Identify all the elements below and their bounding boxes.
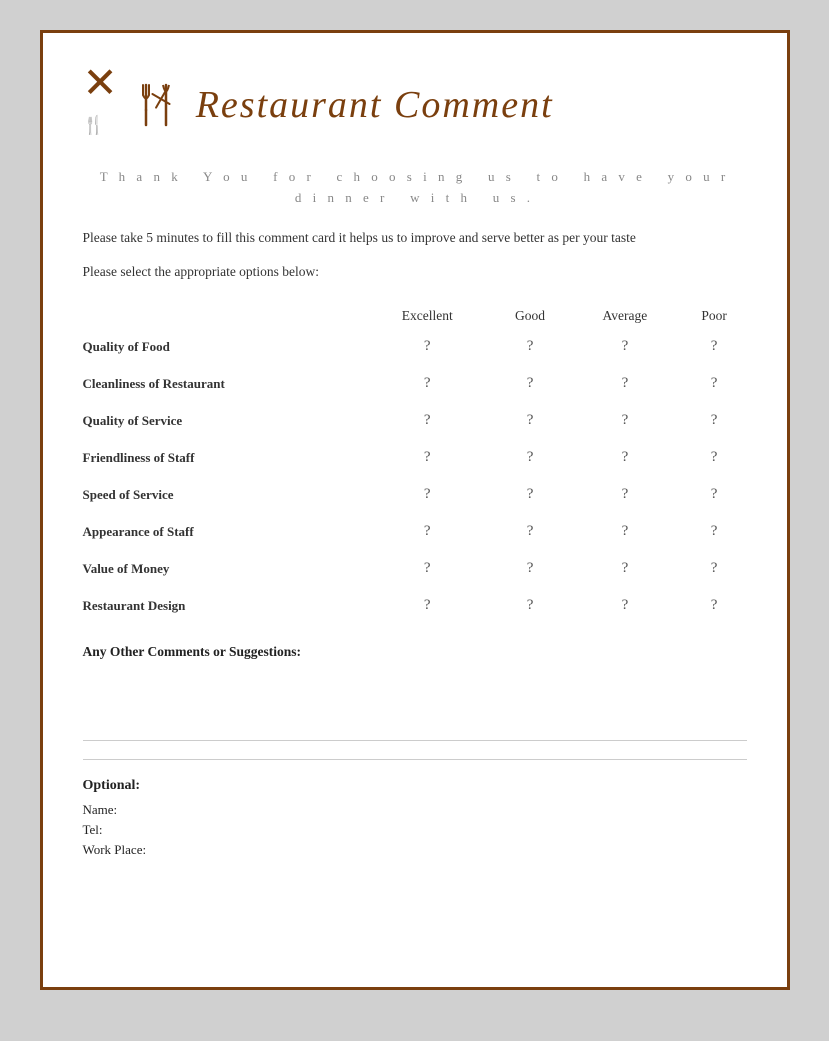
radio-excellent[interactable]: ? (363, 476, 492, 513)
table-row: Value of Money ? ? ? ? (83, 550, 747, 587)
radio-average[interactable]: ? (568, 402, 682, 439)
optional-section: Optional: Name: Tel: Work Place: (83, 778, 747, 858)
table-row: Speed of Service ? ? ? ? (83, 476, 747, 513)
radio-poor[interactable]: ? (682, 402, 747, 439)
col-header-poor: Poor (682, 304, 747, 328)
radio-good[interactable]: ? (492, 328, 568, 365)
radio-excellent[interactable]: ? (363, 328, 492, 365)
table-row: Appearance of Staff ? ? ? ? (83, 513, 747, 550)
radio-good[interactable]: ? (492, 587, 568, 624)
radio-good[interactable]: ? (492, 476, 568, 513)
rating-table: Excellent Good Average Poor Quality of F… (83, 304, 747, 624)
radio-poor[interactable]: ? (682, 513, 747, 550)
table-row: Friendliness of Staff ? ? ? ? (83, 439, 747, 476)
radio-poor[interactable]: ? (682, 476, 747, 513)
table-row: Cleanliness of Restaurant ? ? ? ? (83, 365, 747, 402)
radio-good[interactable]: ? (492, 550, 568, 587)
col-header-excellent: Excellent (363, 304, 492, 328)
radio-poor[interactable]: ? (682, 439, 747, 476)
table-row: Restaurant Design ? ? ? ? (83, 587, 747, 624)
radio-excellent[interactable]: ? (363, 365, 492, 402)
radio-excellent[interactable]: ? (363, 587, 492, 624)
row-label: Value of Money (83, 550, 363, 587)
radio-excellent[interactable]: ? (363, 439, 492, 476)
utensils-icon: ✕🍴 (83, 63, 118, 147)
row-label: Speed of Service (83, 476, 363, 513)
fork-knife-icon (136, 80, 186, 130)
comments-label: Any Other Comments or Suggestions: (83, 644, 747, 660)
row-label: Restaurant Design (83, 587, 363, 624)
optional-name: Name: (83, 802, 747, 818)
row-label: Quality of Food (83, 328, 363, 365)
col-header-good: Good (492, 304, 568, 328)
radio-excellent[interactable]: ? (363, 513, 492, 550)
radio-average[interactable]: ? (568, 365, 682, 402)
radio-average[interactable]: ? (568, 513, 682, 550)
radio-good[interactable]: ? (492, 439, 568, 476)
row-label: Cleanliness of Restaurant (83, 365, 363, 402)
header: ✕🍴 Restaurant Comment (83, 63, 747, 147)
radio-good[interactable]: ? (492, 513, 568, 550)
row-label: Quality of Service (83, 402, 363, 439)
radio-poor[interactable]: ? (682, 365, 747, 402)
table-row: Quality of Service ? ? ? ? (83, 402, 747, 439)
table-row: Quality of Food ? ? ? ? (83, 328, 747, 365)
row-label: Friendliness of Staff (83, 439, 363, 476)
thank-you-text: T h a n k Y o u f o r c h o o s i n g u … (83, 167, 747, 209)
radio-average[interactable]: ? (568, 328, 682, 365)
instruction-text: Please select the appropriate options be… (83, 264, 747, 280)
radio-good[interactable]: ? (492, 402, 568, 439)
radio-excellent[interactable]: ? (363, 550, 492, 587)
radio-average[interactable]: ? (568, 587, 682, 624)
radio-average[interactable]: ? (568, 439, 682, 476)
divider-1 (83, 740, 747, 741)
comment-card: ✕🍴 Restaurant Comment T h a n k Y o u f … (40, 30, 790, 990)
optional-title: Optional: (83, 778, 747, 794)
optional-tel: Tel: (83, 822, 747, 838)
radio-poor[interactable]: ? (682, 550, 747, 587)
radio-good[interactable]: ? (492, 365, 568, 402)
col-header-label (83, 304, 363, 328)
radio-average[interactable]: ? (568, 550, 682, 587)
radio-poor[interactable]: ? (682, 328, 747, 365)
description-text: Please take 5 minutes to fill this comme… (83, 227, 747, 249)
row-label: Appearance of Staff (83, 513, 363, 550)
comments-section: Any Other Comments or Suggestions: (83, 644, 747, 760)
divider-2 (83, 759, 747, 760)
optional-workplace: Work Place: (83, 842, 747, 858)
radio-poor[interactable]: ? (682, 587, 747, 624)
col-header-average: Average (568, 304, 682, 328)
page-title: Restaurant Comment (196, 83, 554, 127)
radio-average[interactable]: ? (568, 476, 682, 513)
radio-excellent[interactable]: ? (363, 402, 492, 439)
